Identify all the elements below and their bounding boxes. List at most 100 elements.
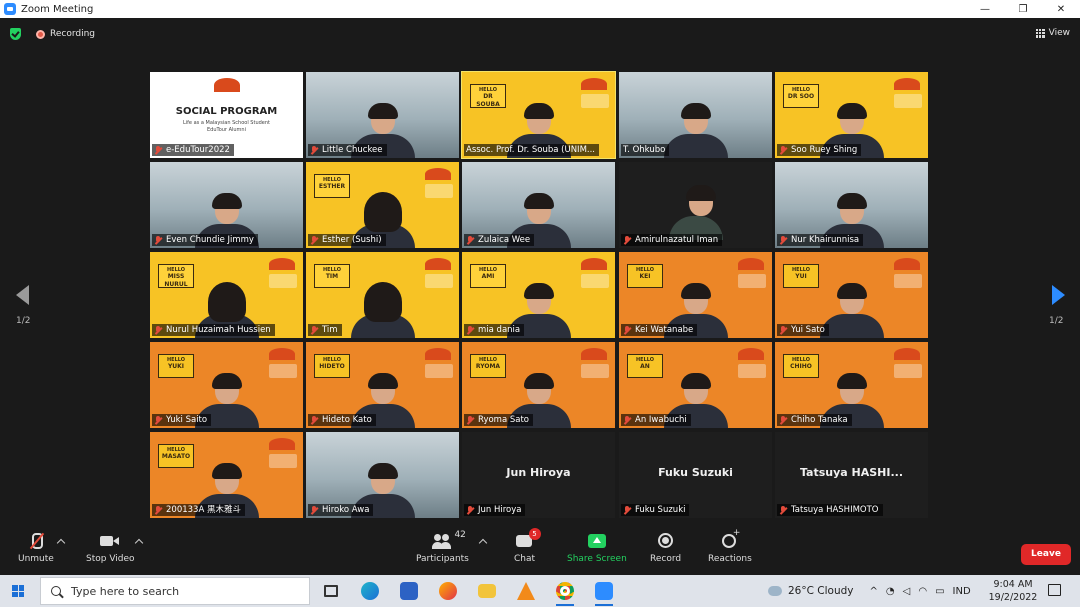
chat-bubble-icon: 5: [515, 528, 541, 550]
participant-display-name: Jun Hiroya: [506, 466, 571, 479]
e-edutour-logo-icon: [269, 348, 295, 360]
input-language[interactable]: IND: [953, 586, 971, 597]
e-edutour-logo-icon: [269, 438, 295, 450]
participant-name-label: Tim: [308, 324, 342, 336]
zoom-taskbar-icon[interactable]: [591, 579, 617, 606]
participant-video-tile[interactable]: Jun Hiroya Jun Hiroya: [462, 432, 615, 518]
weather-text[interactable]: 26°C Cloudy: [788, 585, 854, 597]
participant-video-tile[interactable]: HELLO RYOMA Ryoma Sato: [462, 342, 615, 428]
file-explorer-icon[interactable]: [474, 579, 500, 603]
participant-video-tile[interactable]: Tatsuya HASHI... Tatsuya HASHIMOTO: [775, 432, 928, 518]
participant-video-tile[interactable]: Hiroko Awa: [306, 432, 459, 518]
share-screen-button[interactable]: Share Screen: [567, 532, 627, 564]
participant-name-label: Hiroko Awa: [308, 504, 374, 516]
participant-video-tile[interactable]: Nur Khairunnisa: [775, 162, 928, 248]
participant-name-label: 200133A 黒木雅斗: [152, 504, 245, 516]
participant-video-tile[interactable]: HELLO AMI mia dania: [462, 252, 615, 338]
reactions-button[interactable]: Reactions: [708, 528, 752, 564]
weather-cloud-icon: [768, 586, 782, 596]
hello-name-sign: HELLO AMI: [470, 264, 506, 288]
e-edutour-logo-icon: [738, 348, 764, 360]
maximize-button[interactable]: ❐: [1004, 0, 1042, 18]
participant-video-tile[interactable]: HELLO YUI Yui Sato: [775, 252, 928, 338]
e-edutour-logo-icon: [581, 348, 607, 360]
minimize-button[interactable]: —: [966, 0, 1004, 18]
audio-options-chevron-icon[interactable]: [56, 538, 66, 548]
participant-video-tile[interactable]: HELLO TIM Tim: [306, 252, 459, 338]
hello-name-sign: HELLO HIDETO: [314, 354, 350, 378]
e-edutour-logo-icon: [214, 78, 240, 92]
e-edutour-logo-icon: [894, 258, 920, 270]
participant-video-tile[interactable]: HELLO MISS NURUL Nurul Huzaimah Hussien: [150, 252, 303, 338]
participant-video-tile[interactable]: HELLO MASATO 200133A 黒木雅斗: [150, 432, 303, 518]
view-button[interactable]: View: [1035, 28, 1070, 38]
participant-video-tile[interactable]: HELLO ESTHER Esther (Sushi): [306, 162, 459, 248]
windows-start-icon[interactable]: [12, 585, 24, 597]
previous-page-arrow-icon[interactable]: [16, 285, 29, 305]
muted-mic-icon: [310, 325, 318, 335]
record-button[interactable]: Record: [650, 532, 681, 564]
network-icon[interactable]: ◔: [886, 586, 895, 597]
video-options-chevron-icon[interactable]: [134, 538, 144, 548]
show-hidden-icons-chevron-icon[interactable]: ^: [870, 586, 878, 597]
speaker-icon[interactable]: ◁: [903, 586, 911, 597]
unimas-logo-icon: [581, 274, 609, 288]
taskbar-clock[interactable]: 9:04 AM 19/2/2022: [986, 578, 1040, 604]
hello-name-sign: HELLO AN: [627, 354, 663, 378]
participant-name-label: Soo Ruey Shing: [777, 144, 862, 156]
participant-name-label: Esther (Sushi): [308, 234, 386, 246]
muted-mic-icon: [310, 145, 318, 155]
reactions-smiley-icon: [720, 528, 740, 550]
participant-video-tile[interactable]: Fuku Suzuki Fuku Suzuki: [619, 432, 772, 518]
system-tray: 26°C Cloudy ^ ◔ ◁ ◠ ▭ IND: [768, 575, 979, 607]
participant-video-tile[interactable]: SOCIAL PROGRAM Life as a Malaysian School…: [150, 72, 303, 158]
unmute-label: Unmute: [18, 554, 54, 564]
participant-video-tile[interactable]: HELLO KEI Kei Watanabe: [619, 252, 772, 338]
participant-video-tile[interactable]: HELLO HIDETO Hideto Kato: [306, 342, 459, 428]
participant-video-tile[interactable]: Little Chuckee: [306, 72, 459, 158]
participant-video-tile[interactable]: Even Chundie Jimmy: [150, 162, 303, 248]
vlc-icon[interactable]: [513, 579, 539, 603]
participants-button[interactable]: 42 Participants: [416, 530, 469, 564]
unmute-button[interactable]: Unmute: [18, 532, 54, 564]
muted-mic-icon: [310, 505, 318, 515]
chat-button[interactable]: 5 Chat: [514, 528, 541, 564]
meeting-toolbar: Unmute Stop Video 42 Participants 5 Chat…: [0, 526, 1080, 575]
participant-video-tile[interactable]: Amirulnazatul Iman: [619, 162, 772, 248]
hello-name-sign: HELLO RYOMA: [470, 354, 506, 378]
muted-mic-icon: [466, 325, 474, 335]
unimas-logo-icon: [894, 94, 922, 108]
muted-mic-icon: [466, 505, 474, 515]
participants-options-chevron-icon[interactable]: [478, 538, 488, 548]
participant-name-label: Zulaica Wee: [464, 234, 535, 246]
reactions-label: Reactions: [708, 554, 752, 564]
taskbar-search-box[interactable]: Type here to search: [40, 577, 310, 605]
firefox-icon[interactable]: [435, 579, 461, 603]
participant-video-tile[interactable]: HELLO DR SOO Soo Ruey Shing: [775, 72, 928, 158]
chrome-icon[interactable]: [552, 579, 578, 606]
participant-video-tile[interactable]: HELLO CHIHO Chiho Tanaka: [775, 342, 928, 428]
e-edutour-logo-icon: [581, 78, 607, 90]
stop-video-button[interactable]: Stop Video: [86, 532, 135, 564]
participant-video-tile[interactable]: HELLO DR SOUBA Assoc. Prof. Dr. Souba (UNI…: [461, 71, 616, 159]
close-button[interactable]: ✕: [1042, 0, 1080, 18]
next-page-arrow-icon[interactable]: [1052, 285, 1065, 305]
share-screen-label: Share Screen: [567, 554, 627, 564]
edge-browser-icon[interactable]: [357, 579, 383, 603]
leave-meeting-button[interactable]: Leave: [1021, 544, 1071, 565]
security-shield-icon[interactable]: [10, 28, 21, 40]
e-edutour-logo-icon: [581, 258, 607, 270]
chat-unread-badge: 5: [528, 528, 541, 540]
view-label: View: [1048, 28, 1070, 38]
participant-video-tile[interactable]: HELLO YUKI Yuki Saito: [150, 342, 303, 428]
store-icon[interactable]: [396, 579, 422, 603]
task-view-icon[interactable]: [318, 579, 344, 603]
recording-indicator[interactable]: Recording: [36, 29, 95, 39]
participant-video-tile[interactable]: Zulaica Wee: [462, 162, 615, 248]
notifications-icon[interactable]: [1048, 584, 1061, 596]
participant-video-tile[interactable]: T. Ohkubo: [619, 72, 772, 158]
battery-icon[interactable]: ▭: [935, 586, 944, 597]
wifi-icon[interactable]: ◠: [918, 586, 927, 597]
participant-person: [663, 103, 728, 158]
participant-video-tile[interactable]: HELLO AN An Iwabuchi: [619, 342, 772, 428]
